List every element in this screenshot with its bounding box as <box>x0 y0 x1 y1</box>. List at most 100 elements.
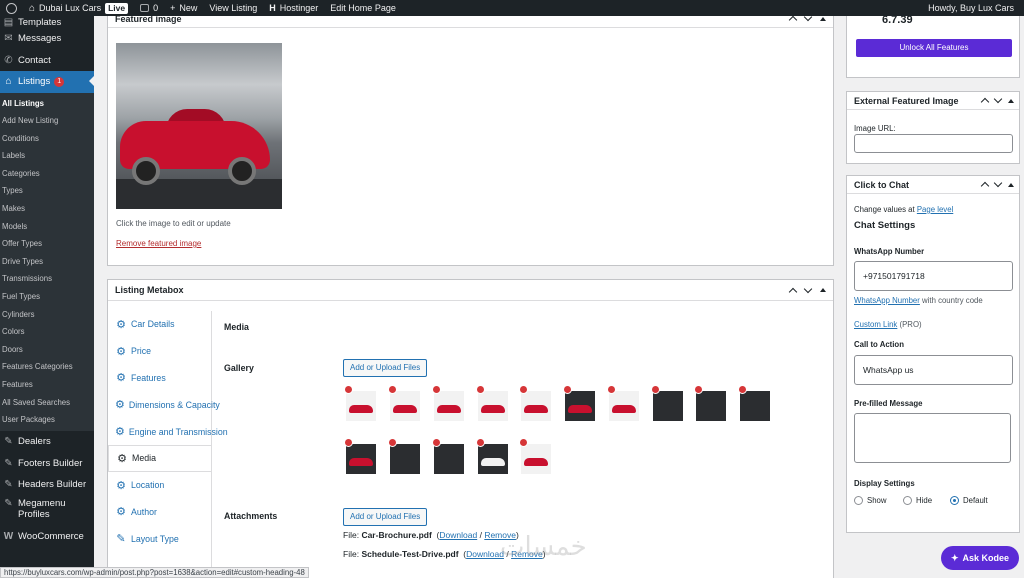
gallery-thumb[interactable] <box>344 438 376 474</box>
toggle-panel-icon[interactable] <box>820 16 826 21</box>
gallery-upload-button[interactable]: Add or Upload Files <box>343 359 428 377</box>
submenu-user-packages[interactable]: User Packages <box>0 411 94 429</box>
gallery-thumb[interactable] <box>388 438 420 474</box>
remove-thumb-icon[interactable] <box>388 438 397 447</box>
remove-thumb-icon[interactable] <box>519 438 528 447</box>
menu-listings[interactable]: ⌂ Listings 1 <box>0 71 94 93</box>
submenu-features-categories[interactable]: Features Categories <box>0 358 94 376</box>
submenu-labels[interactable]: Labels <box>0 147 94 165</box>
new-content-link[interactable]: + New <box>164 0 203 16</box>
gallery-thumb[interactable] <box>432 385 464 421</box>
unlock-all-features-button[interactable]: Unlock All Features <box>856 39 1012 57</box>
remove-thumb-icon[interactable] <box>476 385 485 394</box>
tab-location[interactable]: ⚙ Location <box>108 472 211 499</box>
featured-car-image[interactable] <box>116 43 282 209</box>
tab-author[interactable]: ⚙ Author <box>108 499 211 526</box>
gallery-thumb[interactable] <box>476 438 508 474</box>
submenu-conditions[interactable]: Conditions <box>0 130 94 148</box>
move-down-icon[interactable] <box>803 284 813 293</box>
menu-templates[interactable]: ▤ Templates <box>0 16 94 28</box>
remove-thumb-icon[interactable] <box>388 385 397 394</box>
remove-thumb-icon[interactable] <box>738 385 747 394</box>
tab-engine-transmission[interactable]: ⚙ Engine and Transmission <box>108 418 228 445</box>
toggle-panel-icon[interactable] <box>1008 98 1014 103</box>
remove-thumb-icon[interactable] <box>432 385 441 394</box>
submenu-all-saved-searches[interactable]: All Saved Searches <box>0 394 94 412</box>
gallery-thumb[interactable] <box>432 438 464 474</box>
toggle-panel-icon[interactable] <box>820 288 826 292</box>
gallery-thumb[interactable] <box>738 385 770 421</box>
tab-dimensions-capacity[interactable]: ⚙ Dimensions & Capacity <box>108 391 220 418</box>
gallery-thumb[interactable] <box>476 385 508 421</box>
remove-thumb-icon[interactable] <box>344 438 353 447</box>
gallery-thumb[interactable] <box>388 385 420 421</box>
gallery-thumb[interactable] <box>651 385 683 421</box>
ask-kodee-button[interactable]: ✦ Ask Kodee <box>941 546 1019 570</box>
call-to-action-input[interactable]: WhatsApp us <box>854 355 1013 385</box>
gallery-thumb[interactable] <box>519 438 551 474</box>
hostinger-link[interactable]: H Hostinger <box>263 0 324 16</box>
menu-woocommerce[interactable]: W WooCommerce <box>0 525 94 547</box>
display-radio-show[interactable]: Show <box>854 496 887 505</box>
image-url-input[interactable] <box>854 134 1013 153</box>
edit-home-page-link[interactable]: Edit Home Page <box>324 0 402 16</box>
move-up-icon[interactable] <box>788 15 798 25</box>
tab-media[interactable]: ⚙ Media <box>108 444 211 472</box>
gallery-thumb[interactable] <box>563 385 595 421</box>
remove-thumb-icon[interactable] <box>519 385 528 394</box>
submenu-cylinders[interactable]: Cylinders <box>0 306 94 324</box>
move-up-icon[interactable] <box>788 287 798 296</box>
prefilled-message-textarea[interactable] <box>854 413 1011 463</box>
gallery-thumb[interactable] <box>344 385 376 421</box>
submenu-types[interactable]: Types <box>0 182 94 200</box>
gallery-thumb[interactable] <box>519 385 551 421</box>
howdy-user-menu[interactable]: Howdy, Buy Lux Cars <box>922 0 1024 16</box>
menu-megamenu-profiles[interactable]: ✎ Megamenu Profiles <box>0 495 94 525</box>
remove-featured-image-link[interactable]: Remove featured image <box>116 239 201 248</box>
submenu-add-new-listing[interactable]: Add New Listing <box>0 112 94 130</box>
download-link[interactable]: Download <box>439 530 477 540</box>
tab-features[interactable]: ⚙ Features <box>108 365 211 392</box>
move-up-icon[interactable] <box>980 97 990 107</box>
tab-car-details[interactable]: ⚙ Car Details <box>108 311 211 338</box>
display-radio-hide[interactable]: Hide <box>903 496 932 505</box>
submenu-transmissions[interactable]: Transmissions <box>0 270 94 288</box>
submenu-drive-types[interactable]: Drive Types <box>0 253 94 271</box>
submenu-offer-types[interactable]: Offer Types <box>0 235 94 253</box>
custom-link[interactable]: Custom Link <box>854 320 897 329</box>
remove-thumb-icon[interactable] <box>651 385 660 394</box>
submenu-categories[interactable]: Categories <box>0 165 94 183</box>
remove-thumb-icon[interactable] <box>344 385 353 394</box>
submenu-features[interactable]: Features <box>0 376 94 394</box>
submenu-doors[interactable]: Doors <box>0 341 94 359</box>
menu-footers-builder[interactable]: ✎ Footers Builder <box>0 452 94 474</box>
move-up-icon[interactable] <box>980 181 990 191</box>
whatsapp-number-input[interactable]: +971501791718 <box>854 261 1013 291</box>
view-listing-link[interactable]: View Listing <box>203 0 263 16</box>
move-down-icon[interactable] <box>993 94 1003 104</box>
menu-headers-builder[interactable]: ✎ Headers Builder <box>0 474 94 496</box>
remove-thumb-icon[interactable] <box>476 438 485 447</box>
remove-thumb-icon[interactable] <box>694 385 703 394</box>
site-name-link[interactable]: ⌂ Dubai Lux Cars Live <box>23 0 134 16</box>
page-level-link[interactable]: Page level <box>917 205 953 214</box>
gallery-thumb[interactable] <box>607 385 639 421</box>
remove-thumb-icon[interactable] <box>563 385 572 394</box>
display-radio-default[interactable]: Default <box>950 496 988 505</box>
comments-link[interactable]: 0 <box>134 0 164 16</box>
wordpress-logo-icon[interactable] <box>0 0 23 16</box>
submenu-models[interactable]: Models <box>0 218 94 236</box>
move-down-icon[interactable] <box>993 178 1003 188</box>
download-link[interactable]: Download <box>466 549 504 559</box>
submenu-colors[interactable]: Colors <box>0 323 94 341</box>
submenu-all-listings[interactable]: All Listings <box>0 95 94 113</box>
menu-dealers[interactable]: ✎ Dealers <box>0 431 94 453</box>
tab-price[interactable]: ⚙ Price <box>108 338 211 365</box>
menu-messages[interactable]: ✉ Messages <box>0 28 94 50</box>
submenu-fuel-types[interactable]: Fuel Types <box>0 288 94 306</box>
submenu-makes[interactable]: Makes <box>0 200 94 218</box>
gallery-thumb[interactable] <box>694 385 726 421</box>
remove-thumb-icon[interactable] <box>432 438 441 447</box>
tab-layout-type[interactable]: ✎ Layout Type <box>108 525 211 552</box>
menu-contact[interactable]: ✆ Contact <box>0 50 94 72</box>
